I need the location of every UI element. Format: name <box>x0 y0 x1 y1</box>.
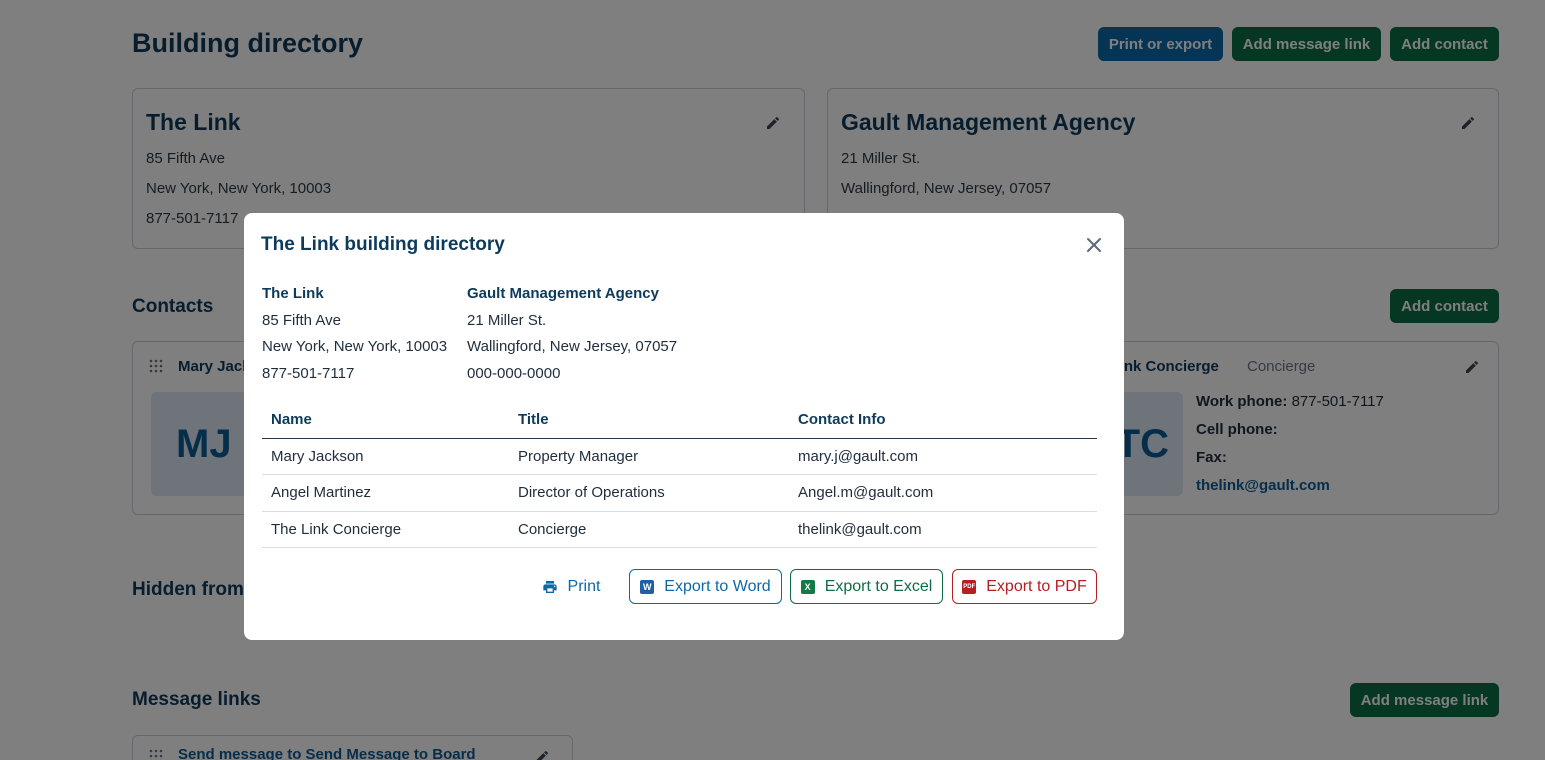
table-header-row: Name Title Contact Info <box>262 401 1097 439</box>
printer-icon <box>542 580 557 593</box>
header-name: Name <box>262 401 509 439</box>
export-pdf-label: Export to PDF <box>986 577 1087 595</box>
cell-contact: thelink@gault.com <box>789 511 1097 548</box>
modal-title: The Link building directory <box>261 234 505 255</box>
export-word-button[interactable]: W Export to Word <box>629 569 782 604</box>
modal-building-address: The Link 85 Fifth Ave New York, New York… <box>262 281 447 387</box>
modal-building-phone: 877-501-7117 <box>262 364 355 382</box>
cell-title: Concierge <box>509 511 789 548</box>
table-row: Angel Martinez Director of Operations An… <box>262 474 1097 512</box>
modal-management-name: Gault Management Agency <box>467 285 659 302</box>
modal-management-phone: 000-000-0000 <box>467 364 561 382</box>
modal-building-address2: New York, New York, 10003 <box>262 338 448 355</box>
print-button[interactable]: Print <box>530 569 612 604</box>
export-excel-label: Export to Excel <box>824 577 933 595</box>
cell-name: Mary Jackson <box>262 438 509 475</box>
close-icon[interactable] <box>1085 236 1103 254</box>
table-row: The Link Concierge Concierge thelink@gau… <box>262 511 1097 548</box>
word-icon: W <box>640 579 655 594</box>
export-excel-button[interactable]: X Export to Excel <box>790 569 943 604</box>
contacts-table: Name Title Contact Info Mary Jackson Pro… <box>262 401 1097 548</box>
directory-modal: The Link building directory The Link 85 … <box>244 213 1124 640</box>
excel-icon: X <box>800 579 815 594</box>
table-row: Mary Jackson Property Manager mary.j@gau… <box>262 438 1097 475</box>
cell-name: Angel Martinez <box>262 474 509 512</box>
modal-management-address: Gault Management Agency 21 Miller St. Wa… <box>467 281 677 387</box>
cell-title: Property Manager <box>509 438 789 475</box>
print-label: Print <box>567 577 601 595</box>
cell-title: Director of Operations <box>509 474 789 512</box>
modal-building-address1: 85 Fifth Ave <box>262 311 341 329</box>
cell-contact: mary.j@gault.com <box>789 438 1097 475</box>
header-title: Title <box>509 401 789 439</box>
header-contact-info: Contact Info <box>789 401 1097 439</box>
pdf-icon: PDF <box>962 579 977 594</box>
cell-contact: Angel.m@gault.com <box>789 474 1097 512</box>
cell-name: The Link Concierge <box>262 511 509 548</box>
modal-management-address1: 21 Miller St. <box>467 311 547 329</box>
export-word-label: Export to Word <box>664 577 771 595</box>
modal-building-name: The Link <box>262 285 324 302</box>
modal-management-address2: Wallingford, New Jersey, 07057 <box>467 338 678 355</box>
export-pdf-button[interactable]: PDF Export to PDF <box>952 569 1097 604</box>
